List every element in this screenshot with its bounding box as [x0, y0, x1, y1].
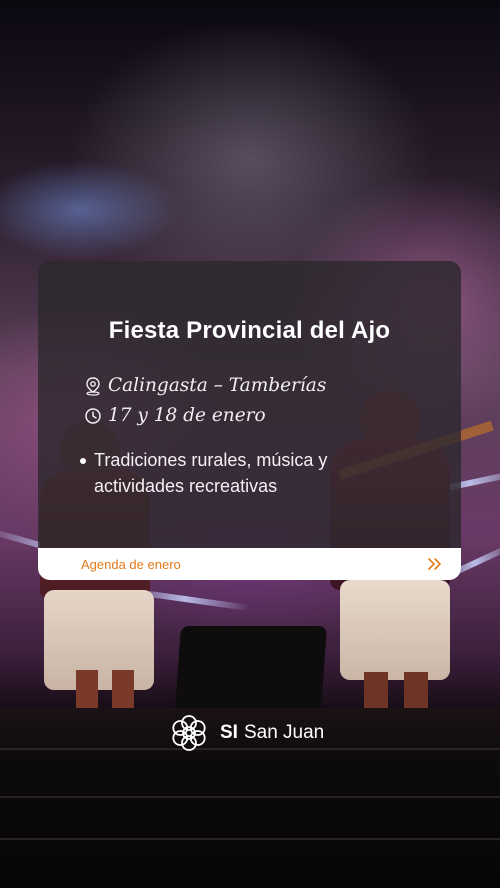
date-text: 17 y 18 de enero: [108, 405, 266, 426]
double-chevron-right-icon: [428, 558, 441, 570]
event-description: Tradiciones rurales, música y actividade…: [80, 447, 420, 499]
event-date: 17 y 18 de enero: [84, 405, 266, 426]
location-text: Calingasta – Tamberías: [108, 375, 327, 396]
agenda-label: Agenda de enero: [81, 556, 181, 572]
agenda-link[interactable]: Agenda de enero: [38, 548, 461, 580]
bullet-dot: [80, 458, 86, 464]
clock-icon: [85, 407, 101, 424]
brand-city: San Juan: [243, 722, 325, 743]
brand-logo: SI San Juan: [168, 712, 324, 754]
background-photo: Fiesta Provincial del Ajo Calingasta – T…: [0, 0, 500, 888]
location-pin-icon: [86, 376, 100, 396]
brand-prefix: SI: [220, 722, 238, 743]
event-title: Fiesta Provincial del Ajo: [108, 317, 391, 344]
description-text: Tradiciones rurales, música y actividade…: [94, 450, 328, 496]
flower-logo-icon: [172, 715, 206, 751]
stage-speaker: [175, 626, 327, 710]
event-card: Fiesta Provincial del Ajo Calingasta – T…: [38, 261, 461, 580]
brand-name: SI San Juan: [220, 722, 324, 744]
event-location: Calingasta – Tamberías: [84, 375, 326, 396]
